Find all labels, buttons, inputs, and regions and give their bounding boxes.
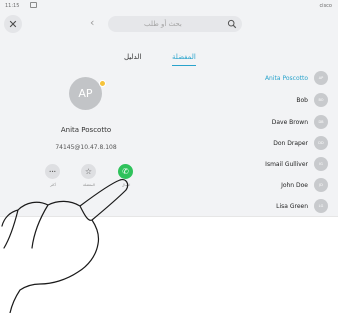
close-icon: ✕: [8, 17, 18, 31]
more-button[interactable]: •••: [45, 164, 60, 179]
more-icon: •••: [48, 168, 57, 174]
back-arrow-icon[interactable]: ‹: [90, 17, 94, 28]
contact-avatar: AP: [69, 77, 102, 110]
star-icon: ☆: [84, 166, 93, 176]
list-item-name: Anita Poscotto: [264, 75, 308, 82]
list-item-name: John Doe: [281, 182, 308, 189]
list-item-name: Bob: [296, 97, 308, 104]
list-item[interactable]: Dave Brown DB: [170, 115, 332, 131]
contact-list: Anita Poscotto AP Bob BO Dave Brown DB D…: [170, 71, 332, 216]
favorite-label: المفضلة: [83, 183, 95, 187]
screen-icon: [30, 2, 37, 8]
list-item[interactable]: Bob BO: [170, 93, 332, 109]
tab-favorites[interactable]: المفضلة: [172, 53, 196, 66]
list-item[interactable]: Lisa Green LG: [170, 199, 332, 215]
status-bar: 11:15 cisco: [0, 0, 338, 12]
contact-initials: AP: [78, 87, 93, 100]
list-item-avatar: BO: [314, 93, 328, 107]
favorite-badge: [99, 80, 106, 87]
list-item[interactable]: Ismail Gulliver IG: [170, 157, 332, 173]
touch-panel-screen: 11:15 cisco ✕ ‹ بحث أو طلب الدليل المفضل…: [0, 0, 338, 217]
brand-label: cisco: [319, 3, 332, 9]
list-item[interactable]: Anita Poscotto AP: [170, 71, 332, 87]
contact-name: Anita Poscotto: [60, 126, 112, 134]
close-button[interactable]: ✕: [4, 15, 22, 33]
list-item-name: Lisa Green: [276, 203, 308, 210]
list-item-avatar: JD: [314, 178, 328, 192]
search-input[interactable]: بحث أو طلب: [108, 16, 242, 32]
list-item[interactable]: Don Draper DD: [170, 136, 332, 152]
list-item[interactable]: John Doe JD: [170, 178, 332, 194]
list-item-avatar: DD: [314, 136, 328, 150]
tab-bar: الدليل المفضلة: [110, 53, 210, 67]
list-item-name: Ismail Gulliver: [265, 161, 308, 168]
status-time: 11:15: [5, 3, 20, 9]
list-item-avatar: AP: [314, 71, 328, 85]
call-label: اتصال: [121, 183, 131, 187]
list-item-name: Don Draper: [273, 140, 308, 147]
tab-directory[interactable]: الدليل: [124, 53, 141, 65]
search-icon: [227, 19, 237, 29]
search-placeholder: بحث أو طلب: [144, 20, 182, 28]
list-item-avatar: LG: [314, 199, 328, 213]
favorite-button[interactable]: ☆: [81, 164, 96, 179]
list-item-avatar: DB: [314, 115, 328, 129]
list-item-name: Dave Brown: [271, 119, 308, 126]
phone-icon: ✆: [122, 166, 129, 176]
contact-address: 74145@10.47.8.108: [55, 144, 117, 151]
more-label: أكثر: [50, 183, 56, 187]
call-button[interactable]: ✆: [118, 164, 133, 179]
list-item-avatar: IG: [314, 157, 328, 171]
